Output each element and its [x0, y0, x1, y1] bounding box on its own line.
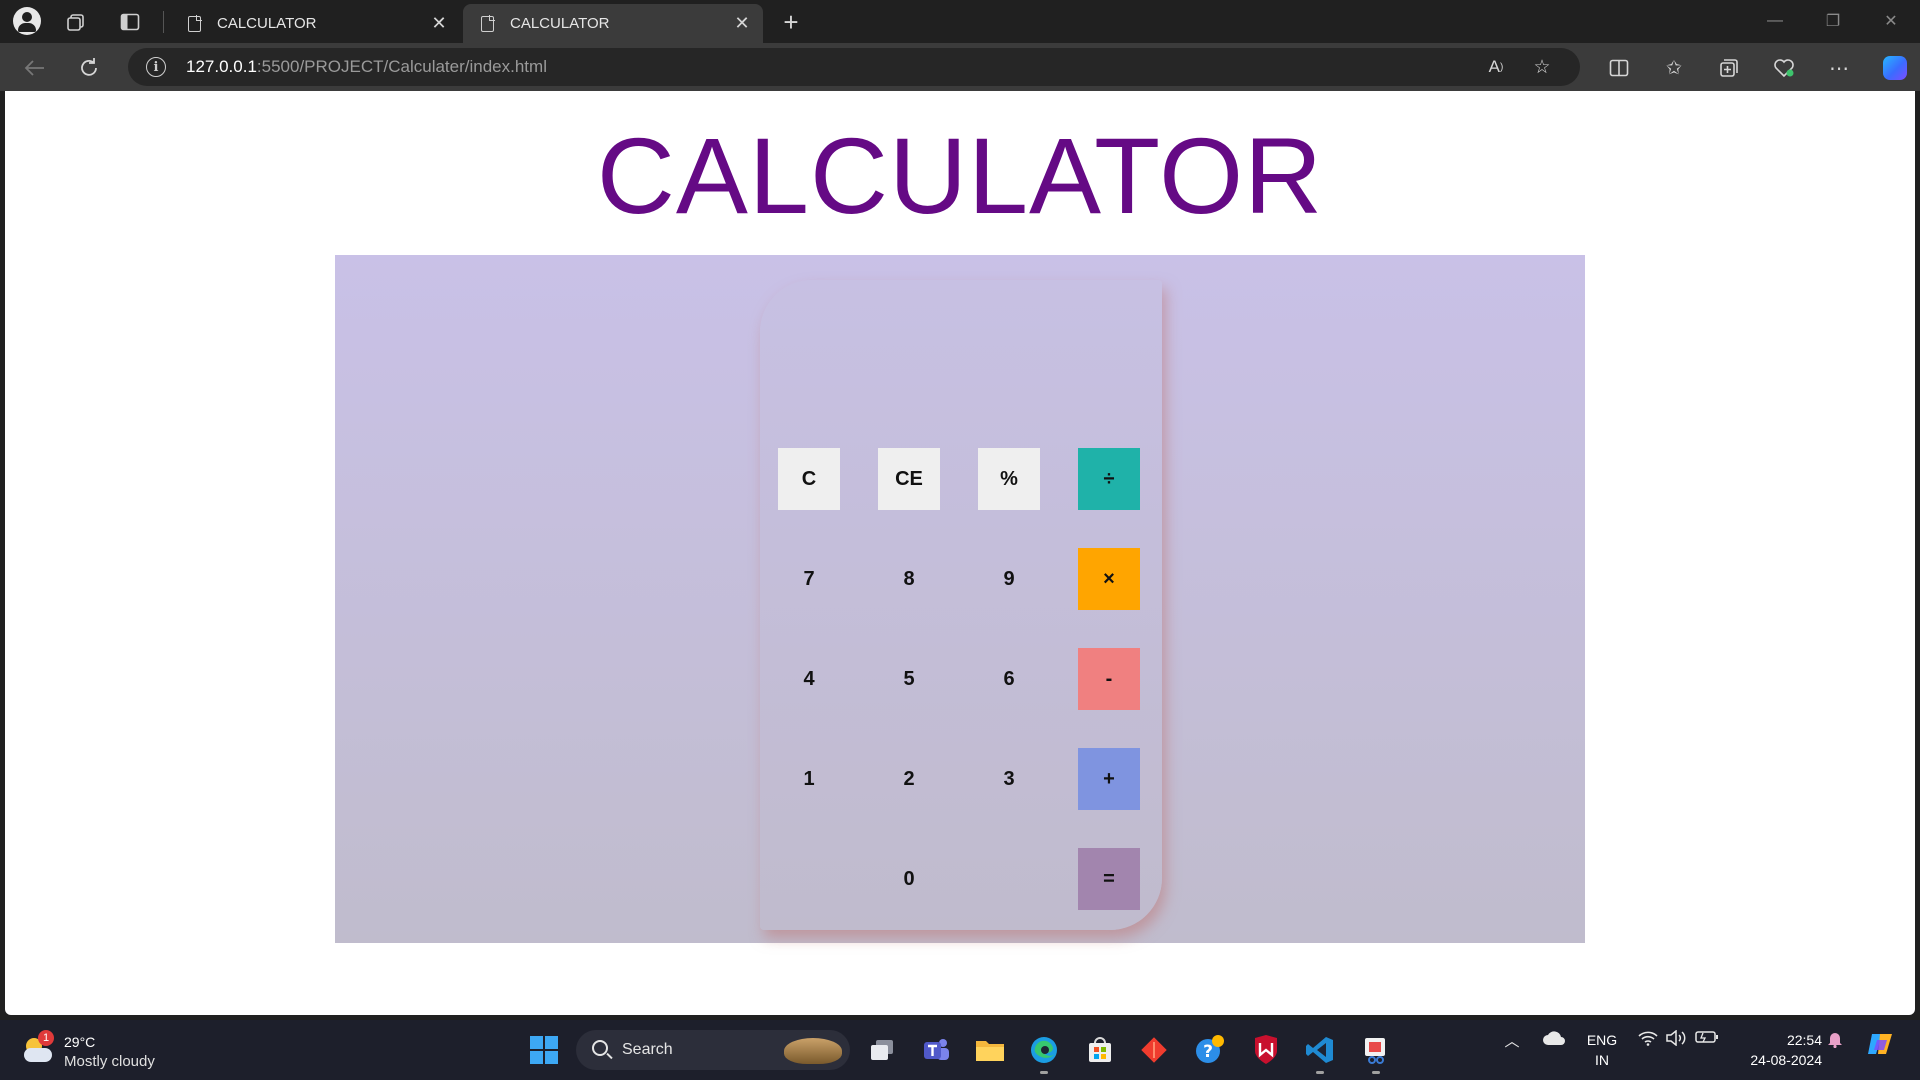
running-indicator [1372, 1071, 1380, 1074]
digit-1-button[interactable]: 1 [778, 748, 840, 810]
notification-bell-icon[interactable] [1824, 1030, 1846, 1048]
calculator-body: C CE % ÷ 7 8 9 × 4 5 6 - 1 2 3 + 0 = [760, 280, 1162, 930]
tab-separator [163, 11, 164, 33]
digit-7-button[interactable]: 7 [778, 548, 840, 610]
microsoft-store-icon[interactable] [1080, 1030, 1120, 1070]
search-label: Search [622, 1041, 673, 1058]
weather-temp: 29°C [64, 1034, 96, 1050]
page-icon [481, 14, 495, 32]
weather-condition: Mostly cloudy [64, 1053, 155, 1070]
restore-button[interactable]: ❐ [1810, 8, 1856, 34]
copilot-icon[interactable] [1883, 56, 1907, 80]
digit-6-button[interactable]: 6 [978, 648, 1040, 710]
multiply-button[interactable]: × [1078, 548, 1140, 610]
copilot-taskbar-icon[interactable] [1864, 1030, 1898, 1058]
divide-button[interactable]: ÷ [1078, 448, 1140, 510]
running-indicator [1316, 1071, 1324, 1074]
wifi-icon[interactable] [1636, 1030, 1660, 1046]
mcafee-shield-icon[interactable] [1246, 1030, 1286, 1070]
close-window-button[interactable]: ✕ [1868, 8, 1914, 34]
language-code: ENG [1586, 1032, 1618, 1048]
tab-close-icon[interactable]: ✕ [428, 13, 450, 35]
read-aloud-icon[interactable]: A) [1480, 51, 1512, 83]
running-indicator [1040, 1071, 1048, 1074]
language-indicator[interactable]: ENG IN [1585, 1030, 1619, 1070]
onedrive-cloud-icon[interactable] [1540, 1030, 1568, 1046]
show-hidden-icons-chevron-icon[interactable]: ︿ [1500, 1030, 1524, 1051]
system-clock[interactable]: 22:54 24-08-2024 [1732, 1030, 1822, 1070]
digit-3-button[interactable]: 3 [978, 748, 1040, 810]
collections-icon[interactable] [1713, 52, 1745, 84]
search-icon [592, 1040, 608, 1056]
digit-5-button[interactable]: 5 [878, 648, 940, 710]
svg-text:?: ? [1203, 1042, 1213, 1062]
teams-icon[interactable] [916, 1030, 956, 1070]
clock-time: 22:54 [1786, 1032, 1822, 1048]
digit-8-button[interactable]: 8 [878, 548, 940, 610]
favorites-icon[interactable]: ✩ [1658, 52, 1690, 84]
tab-title: CALCULATOR [217, 15, 317, 32]
equals-button[interactable]: = [1078, 848, 1140, 910]
vertical-tabs-icon[interactable] [116, 8, 144, 36]
tab-close-icon[interactable]: ✕ [731, 13, 753, 35]
get-help-icon[interactable]: ? [1190, 1030, 1230, 1070]
digit-2-button[interactable]: 2 [878, 748, 940, 810]
tab-calculator-2[interactable]: CALCULATOR ✕ [463, 4, 763, 43]
search-highlight-image [784, 1038, 842, 1064]
page-viewport: CALCULATOR C CE % ÷ 7 8 9 × 4 5 6 - 1 2 … [5, 91, 1915, 1015]
url-host: 127.0.0.1 [186, 57, 257, 76]
git-app-icon[interactable] [1134, 1030, 1174, 1070]
minimize-button[interactable]: — [1752, 8, 1798, 34]
more-options-icon[interactable]: ⋯ [1823, 52, 1855, 84]
battery-icon[interactable] [1694, 1030, 1720, 1044]
split-screen-icon[interactable] [1603, 52, 1635, 84]
weather-badge: 1 [38, 1030, 54, 1046]
tab-title: CALCULATOR [510, 15, 610, 32]
calculator-display [778, 308, 1144, 428]
url-text[interactable]: 127.0.0.1:5500/PROJECT/Calculater/index.… [186, 57, 547, 77]
add-button[interactable]: + [1078, 748, 1140, 810]
snipping-tool-icon[interactable] [1356, 1030, 1396, 1074]
site-info-icon[interactable]: i [146, 57, 166, 77]
weather-widget[interactable]: 1 29°C Mostly cloudy [22, 1030, 162, 1072]
address-bar[interactable]: i 127.0.0.1:5500/PROJECT/Calculater/inde… [128, 48, 1580, 86]
subtract-button[interactable]: - [1078, 648, 1140, 710]
digit-9-button[interactable]: 9 [978, 548, 1040, 610]
clear-button[interactable]: C [778, 448, 840, 510]
percent-button[interactable]: % [978, 448, 1040, 510]
clear-entry-button[interactable]: CE [878, 448, 940, 510]
page-icon [188, 14, 202, 32]
browser-essentials-icon[interactable] [1768, 52, 1800, 84]
vscode-icon[interactable] [1300, 1030, 1340, 1074]
browser-toolbar: i 127.0.0.1:5500/PROJECT/Calculater/inde… [0, 43, 1920, 91]
tab-calculator-1[interactable]: CALCULATOR ✕ [170, 4, 460, 43]
new-tab-button[interactable]: + [776, 7, 806, 37]
task-view-icon[interactable] [862, 1030, 902, 1070]
browser-tab-bar: CALCULATOR ✕ CALCULATOR ✕ + — ❐ ✕ [0, 0, 1920, 43]
start-windows-icon[interactable] [524, 1030, 564, 1070]
windows-taskbar: 1 29°C Mostly cloudy Search ? ︿ ENG IN 2… [0, 1020, 1920, 1080]
language-region: IN [1595, 1052, 1609, 1068]
taskbar-search[interactable]: Search [576, 1030, 850, 1070]
page-title: CALCULATOR [596, 115, 1324, 236]
clock-date: 24-08-2024 [1750, 1052, 1822, 1068]
favorite-star-icon[interactable]: ☆ [1526, 51, 1558, 83]
digit-4-button[interactable]: 4 [778, 648, 840, 710]
calculator-background: C CE % ÷ 7 8 9 × 4 5 6 - 1 2 3 + 0 = [335, 255, 1585, 943]
volume-icon[interactable] [1664, 1030, 1688, 1046]
file-explorer-icon[interactable] [970, 1030, 1010, 1070]
refresh-icon[interactable] [73, 52, 105, 84]
url-path: :5500/PROJECT/Calculater/index.html [256, 57, 547, 76]
edge-browser-icon[interactable] [1024, 1030, 1064, 1074]
profile-avatar-icon[interactable] [13, 7, 41, 35]
digit-0-button[interactable]: 0 [878, 848, 940, 910]
workspaces-icon[interactable] [62, 8, 90, 36]
back-arrow-icon[interactable] [19, 52, 51, 84]
